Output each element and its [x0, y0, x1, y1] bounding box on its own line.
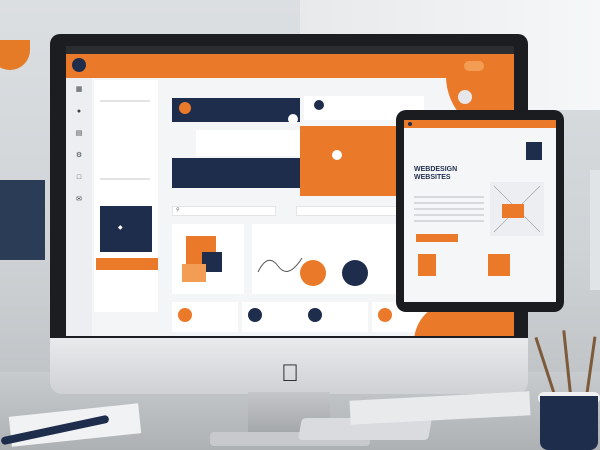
line-sketch	[257, 257, 303, 273]
illustration-shape	[182, 264, 206, 282]
site-logo-icon[interactable]	[72, 58, 86, 72]
bottom-card-icon	[178, 308, 192, 322]
background-shelf	[590, 170, 600, 290]
header-button[interactable]	[464, 61, 484, 71]
stat-circle[interactable]	[342, 260, 368, 286]
orange-panel-icon[interactable]	[332, 150, 342, 160]
info-card[interactable]	[196, 130, 300, 156]
settings-icon[interactable]: ⚙	[75, 152, 83, 160]
bottom-card-icon	[308, 308, 322, 322]
grid-icon[interactable]: ▦	[75, 86, 83, 94]
bottom-card-icon	[378, 308, 392, 322]
tablet-screen: WEBDESIGN WEBSITES	[404, 120, 556, 302]
bottom-card-icon	[248, 308, 262, 322]
sidebar-card[interactable]	[100, 206, 152, 252]
tablet-logo-icon[interactable]	[408, 122, 412, 126]
background-lamp	[0, 40, 30, 70]
search-icon: ⚲	[176, 207, 180, 213]
site-header	[66, 54, 514, 78]
background-monitor	[0, 180, 45, 260]
user-icon[interactable]: ●	[75, 108, 83, 116]
sidebar-divider	[100, 100, 150, 102]
tablet-card[interactable]	[418, 254, 436, 276]
sidebar	[94, 80, 158, 312]
apple-logo-icon: 	[279, 362, 301, 386]
hero-expand-icon[interactable]	[288, 114, 298, 124]
sidebar-button[interactable]	[96, 258, 158, 270]
tablet-cta-button[interactable]	[416, 234, 458, 242]
mail-icon[interactable]: ✉	[75, 196, 83, 204]
tag-icon: ◆	[118, 225, 123, 231]
tablet-card[interactable]	[488, 254, 510, 276]
navy-banner	[172, 158, 300, 188]
tablet-badge[interactable]	[526, 142, 542, 160]
left-rail: ▦ ● ▤ ⚙ □ ✉	[66, 78, 92, 336]
hero-card[interactable]	[172, 98, 300, 122]
search-input[interactable]	[296, 206, 400, 216]
tablet-title-line-1: WEBDESIGN	[414, 166, 458, 173]
search-input[interactable]	[172, 206, 276, 216]
top-card-icon	[314, 100, 324, 110]
pen-cup	[540, 396, 598, 450]
tablet-header	[404, 120, 556, 128]
tablet-diagram-block	[502, 204, 524, 218]
browser-topbar	[66, 46, 514, 54]
tablet-body-text	[414, 196, 484, 226]
file-icon[interactable]: □	[75, 174, 83, 182]
chart-icon[interactable]: ▤	[75, 130, 83, 138]
profile-icon[interactable]	[458, 90, 472, 104]
sidebar-divider	[100, 178, 150, 180]
tablet-title-line-2: WEBSITES	[414, 174, 451, 181]
stat-circle[interactable]	[300, 260, 326, 286]
hero-dot-icon	[179, 102, 191, 114]
